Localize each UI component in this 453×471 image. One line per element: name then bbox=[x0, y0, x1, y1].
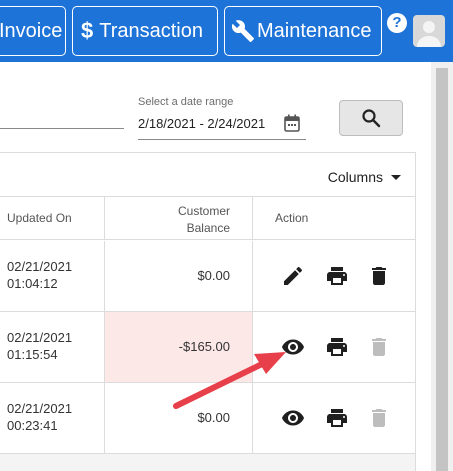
view-button[interactable] bbox=[281, 335, 305, 359]
search-button[interactable] bbox=[339, 100, 403, 136]
date-range-label: Select a date range bbox=[138, 96, 234, 108]
wrench-icon bbox=[231, 20, 254, 42]
nav-transaction-button[interactable]: $ Transaction bbox=[72, 6, 218, 56]
print-icon bbox=[327, 267, 347, 285]
view-icon bbox=[282, 410, 304, 426]
date-range-underline bbox=[138, 139, 306, 140]
avatar[interactable] bbox=[413, 15, 445, 47]
action-cell bbox=[253, 383, 415, 453]
page-scrollbar-thumb[interactable] bbox=[436, 68, 448, 471]
header-customer-balance-line1: Customer bbox=[177, 204, 230, 218]
columns-button[interactable]: Columns bbox=[328, 169, 401, 185]
search-input-underline[interactable] bbox=[0, 128, 124, 129]
edit-icon bbox=[284, 266, 303, 285]
updated-on-cell: 02/21/2021 01:15:54 bbox=[0, 312, 105, 382]
dollar-icon: $ bbox=[81, 18, 94, 43]
help-icon[interactable]: ? bbox=[387, 13, 407, 33]
delete-button-disabled bbox=[367, 335, 391, 359]
delete-icon bbox=[372, 267, 386, 285]
nav-invoice-label: Invoice bbox=[0, 19, 63, 42]
table-row[interactable]: 02/21/2021 01:15:54 -$165.00 bbox=[0, 312, 415, 383]
nav-transaction-label: Transaction bbox=[99, 19, 203, 42]
table-row[interactable]: 02/21/2021 00:23:41 $0.00 bbox=[0, 383, 415, 454]
updated-on-cell: 02/21/2021 00:23:41 bbox=[0, 383, 105, 453]
view-button[interactable] bbox=[281, 406, 305, 430]
customer-balance-cell: $0.00 bbox=[105, 241, 253, 311]
print-button[interactable] bbox=[325, 264, 349, 288]
updated-date: 02/21/2021 bbox=[7, 259, 73, 274]
calendar-icon[interactable] bbox=[284, 114, 300, 132]
nav-maintenance-button[interactable]: Maintenance bbox=[224, 6, 382, 56]
header-action: Action bbox=[253, 197, 415, 240]
header-customer-balance-line2: Balance bbox=[186, 221, 230, 235]
delete-icon bbox=[372, 338, 386, 356]
nav-invoice-button[interactable]: Invoice bbox=[0, 6, 66, 56]
customer-balance-cell: -$165.00 bbox=[105, 312, 253, 382]
action-cell bbox=[253, 241, 415, 311]
date-range-input[interactable]: 2/18/2021 - 2/24/2021 bbox=[138, 116, 265, 131]
delete-button[interactable] bbox=[367, 264, 391, 288]
search-icon bbox=[362, 109, 381, 128]
print-button[interactable] bbox=[325, 335, 349, 359]
delete-icon bbox=[372, 409, 386, 427]
table-row[interactable]: 02/21/2021 01:04:12 $0.00 bbox=[0, 241, 415, 312]
columns-label: Columns bbox=[327, 169, 383, 185]
header-updated-on[interactable]: Updated On bbox=[0, 197, 105, 240]
edit-button[interactable] bbox=[281, 264, 305, 288]
updated-date: 02/21/2021 bbox=[7, 401, 73, 416]
action-cell bbox=[253, 312, 415, 382]
print-icon bbox=[327, 409, 347, 427]
updated-time: 00:23:41 bbox=[7, 418, 58, 433]
user-silhouette-icon bbox=[417, 21, 441, 47]
updated-date: 02/21/2021 bbox=[7, 330, 73, 345]
customer-balance-cell: $0.00 bbox=[105, 383, 253, 453]
print-icon bbox=[327, 338, 347, 356]
table-footer bbox=[0, 454, 415, 471]
updated-on-cell: 02/21/2021 01:04:12 bbox=[0, 241, 105, 311]
print-button[interactable] bbox=[325, 406, 349, 430]
top-nav-bar: Invoice $ Transaction Maintenance ? bbox=[0, 0, 453, 62]
header-customer-balance[interactable]: Customer Balance bbox=[105, 197, 253, 240]
updated-time: 01:15:54 bbox=[7, 347, 58, 362]
updated-time: 01:04:12 bbox=[7, 276, 58, 291]
transactions-table: Columns Updated On Customer Balance Acti… bbox=[0, 152, 416, 471]
nav-maintenance-label: Maintenance bbox=[257, 19, 372, 42]
delete-button-disabled bbox=[367, 406, 391, 430]
table-toolbar: Columns bbox=[0, 153, 415, 197]
view-icon bbox=[282, 339, 304, 355]
caret-down-icon bbox=[391, 174, 401, 180]
